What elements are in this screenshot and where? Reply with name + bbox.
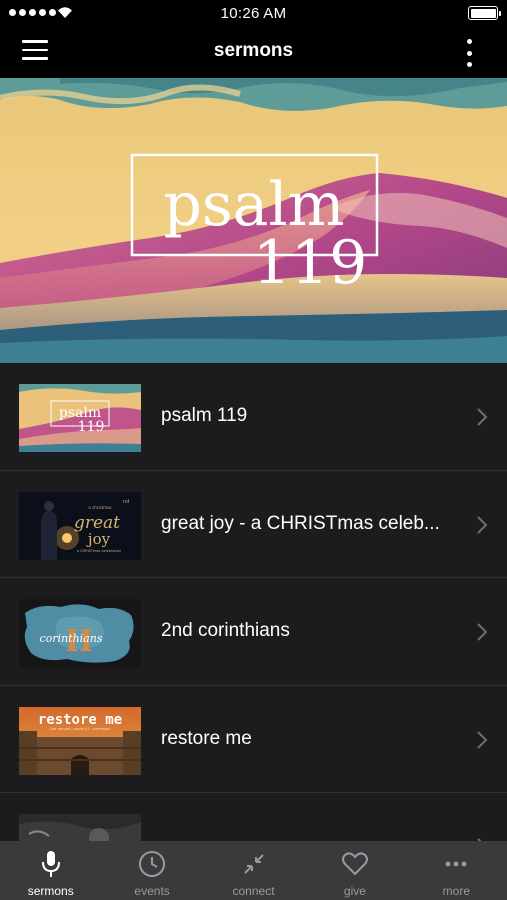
svg-text:119: 119 <box>78 419 105 435</box>
tab-label: sermons <box>27 884 74 898</box>
status-time: 10:26 AM <box>220 5 287 22</box>
chevron-right-icon <box>477 730 488 749</box>
chevron-right-icon <box>477 623 488 641</box>
list-item[interactable]: restore me 2nd samuel / psalm 51 / nehem… <box>0 686 507 793</box>
chevron-right-icon <box>477 408 488 426</box>
list-item[interactable]: psalm 119 psalm 119 <box>0 363 507 471</box>
svg-text:nd: nd <box>123 499 129 505</box>
clock-icon <box>139 851 166 877</box>
sermon-series-list: psalm 119 psalm 119 a christmas great jo… <box>0 363 507 841</box>
svg-text:corinthians: corinthians <box>40 632 103 645</box>
featured-series-banner[interactable]: psalm 119 <box>0 78 507 363</box>
list-item[interactable]: a christmas great joy a CHRISTmas celebr… <box>0 471 507 578</box>
hamburger-menu-icon[interactable] <box>22 40 54 64</box>
svg-text:a christmas: a christmas <box>88 505 111 510</box>
series-thumbnail <box>19 814 141 841</box>
tab-connect[interactable]: connect <box>203 841 304 900</box>
banner-artwork: psalm 119 <box>0 78 507 363</box>
heart-icon <box>341 852 368 876</box>
svg-text:a CHRISTmas celebration: a CHRISTmas celebration <box>77 549 121 553</box>
list-item[interactable]: II corinthians 2nd corinthians <box>0 578 507 686</box>
series-thumbnail: restore me 2nd samuel / psalm 51 / nehem… <box>19 706 141 775</box>
series-thumbnail: a christmas great joy a CHRISTmas celebr… <box>19 491 141 560</box>
microphone-icon <box>41 851 60 877</box>
series-title: psalm 119 <box>161 405 248 426</box>
series-title: great joy - a CHRISTmas celeb... <box>161 512 440 534</box>
series-thumbnail: II corinthians <box>19 599 141 667</box>
tab-label: give <box>343 884 366 898</box>
ellipsis-icon <box>445 861 467 867</box>
nav-bar: sermons <box>0 26 507 78</box>
tab-label: events <box>134 884 170 898</box>
svg-text:restore me: restore me <box>38 712 122 728</box>
tab-give[interactable]: give <box>304 841 405 900</box>
battery-icon <box>468 6 501 20</box>
series-thumbnail: psalm 119 <box>19 384 141 452</box>
tab-events[interactable]: events <box>101 841 202 900</box>
chevron-right-icon <box>477 515 488 534</box>
list-item[interactable] <box>0 793 507 841</box>
tab-more[interactable]: more <box>406 841 507 900</box>
series-title: restore me <box>161 727 252 749</box>
page-title: sermons <box>213 40 294 61</box>
svg-text:joy: joy <box>86 530 111 548</box>
banner-subtitle: 119 <box>253 228 368 298</box>
series-title: 2nd corinthians <box>161 620 290 641</box>
vertical-ellipsis-icon[interactable] <box>461 39 477 67</box>
connect-arrows-icon <box>243 854 264 874</box>
svg-text:2nd samuel / psalm 51 / nehemi: 2nd samuel / psalm 51 / nehemiah <box>50 727 111 731</box>
tab-bar: sermons events connect give more <box>0 841 507 900</box>
tab-sermons[interactable]: sermons <box>0 841 101 900</box>
status-bar: 10:26 AM <box>0 0 507 26</box>
tab-label: more <box>442 884 470 898</box>
tab-label: connect <box>232 884 275 898</box>
